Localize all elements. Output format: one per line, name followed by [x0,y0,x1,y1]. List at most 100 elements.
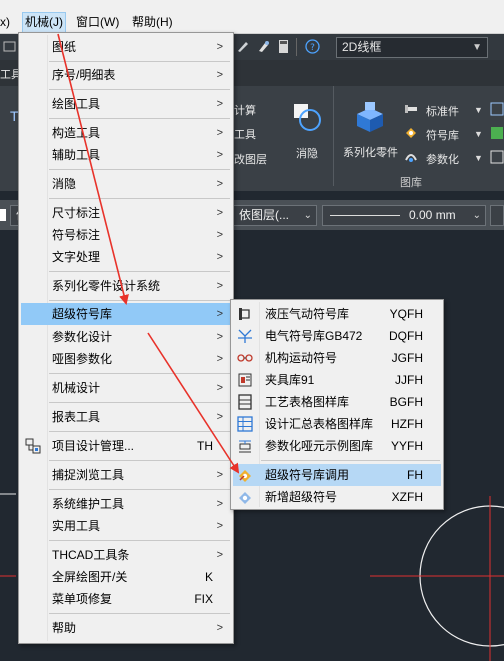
mechanical-menu: 图纸 > 序号/明细表 > 绘图工具 > 构造工具 > 辅助工具 > 消隐 > 尺寸标注 > … [18,32,234,644]
menu-partial-left[interactable]: x) [0,13,10,32]
chevron-down-icon: ▼ [472,42,482,53]
chevron-down-icon: ⌄ [472,210,481,221]
menu-item-bom[interactable]: 序号/明细表 > [21,64,231,86]
menu-item-menu-fix[interactable]: 菜单项修复 FIX [21,588,231,610]
menu-item-mech-design[interactable]: 机械设计 > [21,377,231,399]
plot-style-combo[interactable] [490,205,504,226]
ribbon-tools[interactable]: 工具 [234,126,256,142]
menu-item-dimension[interactable]: 尺寸标注 > [21,202,231,224]
menu-item-hide[interactable]: 消隐 > [21,173,231,195]
add-symbol-icon [239,492,251,504]
help-circle-icon[interactable]: ? [305,39,320,54]
linetype-value: 依图层(... [239,208,289,222]
edit-pencil-icon[interactable] [236,39,251,54]
submenu-item-process-table[interactable]: 工艺表格图样库 BGFH [233,391,441,413]
menu-mechanical[interactable]: 机械(J) [22,12,66,33]
menu-separator [49,89,230,90]
menu-item-draw-tools[interactable]: 绘图工具 > [21,93,231,115]
chevron-down-icon: ▼ [474,153,483,163]
submenu-item-hydraulic[interactable]: 液压气动符号库 YQFH [233,303,441,325]
menu-window[interactable]: 窗口(W) [76,13,119,32]
menu-separator [49,460,230,461]
menu-item-dummy-param[interactable]: 哑图参数化 > [21,348,231,370]
brush-icon[interactable] [256,39,271,54]
fixture-library-icon [238,373,252,387]
submenu-item-param-dummy[interactable]: 参数化哑元示例图库 YYFH [233,435,441,457]
menu-item-param-design[interactable]: 参数化设计 > [21,326,231,348]
menu-item-series-parts[interactable]: 系列化零件设计系统 > [21,275,231,297]
submenu-item-symbol-call[interactable]: 超级符号库调用 FH [233,464,441,486]
submenu-item-electrical[interactable]: 电气符号库GB472 DQFH [233,325,441,347]
menu-separator [49,118,230,119]
ribbon-series-parts[interactable]: 系列化零件 [343,144,398,160]
menu-item-drawing[interactable]: 图纸 > [21,36,231,58]
chevron-down-icon: ▼ [474,129,483,139]
menu-separator [49,489,230,490]
submenu-item-fixture[interactable]: 夹具库91 JJFH [233,369,441,391]
calculator-icon[interactable] [276,39,291,54]
electrical-symbol-icon [238,329,252,343]
menu-separator [49,373,230,374]
menu-item-text[interactable]: 文字处理 > [21,246,231,268]
process-table-icon [238,394,252,410]
menu-separator [49,198,230,199]
menu-item-thcad-toolbar[interactable]: THCAD工具条 > [21,544,231,566]
menu-separator [49,61,230,62]
standard-parts-icon[interactable] [404,102,418,116]
menu-item-help[interactable]: 帮助 > [21,617,231,639]
menu-separator [49,271,230,272]
menu-separator [261,460,440,461]
parametric-icon[interactable] [404,150,418,164]
menu-item-sys-maintain[interactable]: 系统维护工具 > [21,493,231,515]
mechanism-motion-icon [237,354,253,362]
menu-separator [49,613,230,614]
lineweight-value: 0.00 mm [409,208,456,222]
parametric-dummy-icon [239,440,251,453]
menu-item-super-symbol-lib[interactable]: 超级符号库 > [21,303,231,325]
menu-item-project-manager[interactable]: 项目设计管理... TH [21,435,231,457]
summary-table-icon [237,416,253,432]
visual-style-combo[interactable]: 2D线框 ▼ [336,37,488,58]
color-swatch-icon[interactable] [0,209,6,221]
chevron-down-icon: ▼ [474,105,483,115]
menu-item-utility[interactable]: 实用工具 > [21,515,231,537]
menu-separator [49,169,230,170]
project-manager-icon [25,438,41,454]
linetype-combo[interactable]: 依图层(... ⌄ [233,205,317,226]
chevron-down-icon: ⌄ [303,210,312,221]
super-symbol-submenu: 液压气动符号库 YQFH 电气符号库GB472 DQFH 机构运动符号 JGFH 夹具… [230,299,444,510]
menu-item-aux-tools[interactable]: 辅助工具 > [21,144,231,166]
submenu-item-summary-table[interactable]: 设计汇总表格图样库 HZFH [233,413,441,435]
symbol-library-icon[interactable] [404,126,418,140]
menu-item-snap-browse[interactable]: 捕捉浏览工具 > [21,464,231,486]
ribbon-standard-parts[interactable]: 标准件 [426,103,459,119]
toolbar-separator [296,38,297,56]
visual-style-value: 2D线框 [342,40,382,54]
menu-bar: x) 机械(J) 窗口(W) 帮助(H) [0,0,504,34]
ribbon-symbol-lib[interactable]: 符号库 [426,127,459,143]
submenu-item-mechanism[interactable]: 机构运动符号 JGFH [233,347,441,369]
ribbon-erase[interactable]: 消隐 [296,145,318,161]
lineweight-preview-line [330,215,400,216]
menu-separator [49,402,230,403]
menu-separator [49,431,230,432]
ribbon-parametric[interactable]: 参数化 [426,151,459,167]
menu-item-symbol-annot[interactable]: 符号标注 > [21,224,231,246]
ribbon-separator [333,86,334,186]
ribbon-right-icons[interactable] [490,102,504,166]
menu-separator [49,540,230,541]
menu-item-fullscreen[interactable]: 全屏绘图开/关 K [21,566,231,588]
ribbon-change-layer[interactable]: 改图层 [234,151,267,167]
menu-help[interactable]: 帮助(H) [132,13,173,32]
toolbar-icon-left[interactable] [2,39,17,54]
hydraulic-symbol-icon [239,308,250,320]
ribbon-panel-title: 图库 [400,177,422,189]
menu-item-report-tools[interactable]: 报表工具 > [21,406,231,428]
menu-separator [49,300,230,301]
ribbon-calc[interactable]: 计算 [234,102,256,118]
menu-item-construct-tools[interactable]: 构造工具 > [21,122,231,144]
erase-hide-icon[interactable] [292,102,322,132]
series-parts-icon[interactable] [353,100,387,134]
submenu-item-add-symbol[interactable]: 新增超级符号 XZFH [233,486,441,508]
symbol-call-icon [239,470,251,482]
